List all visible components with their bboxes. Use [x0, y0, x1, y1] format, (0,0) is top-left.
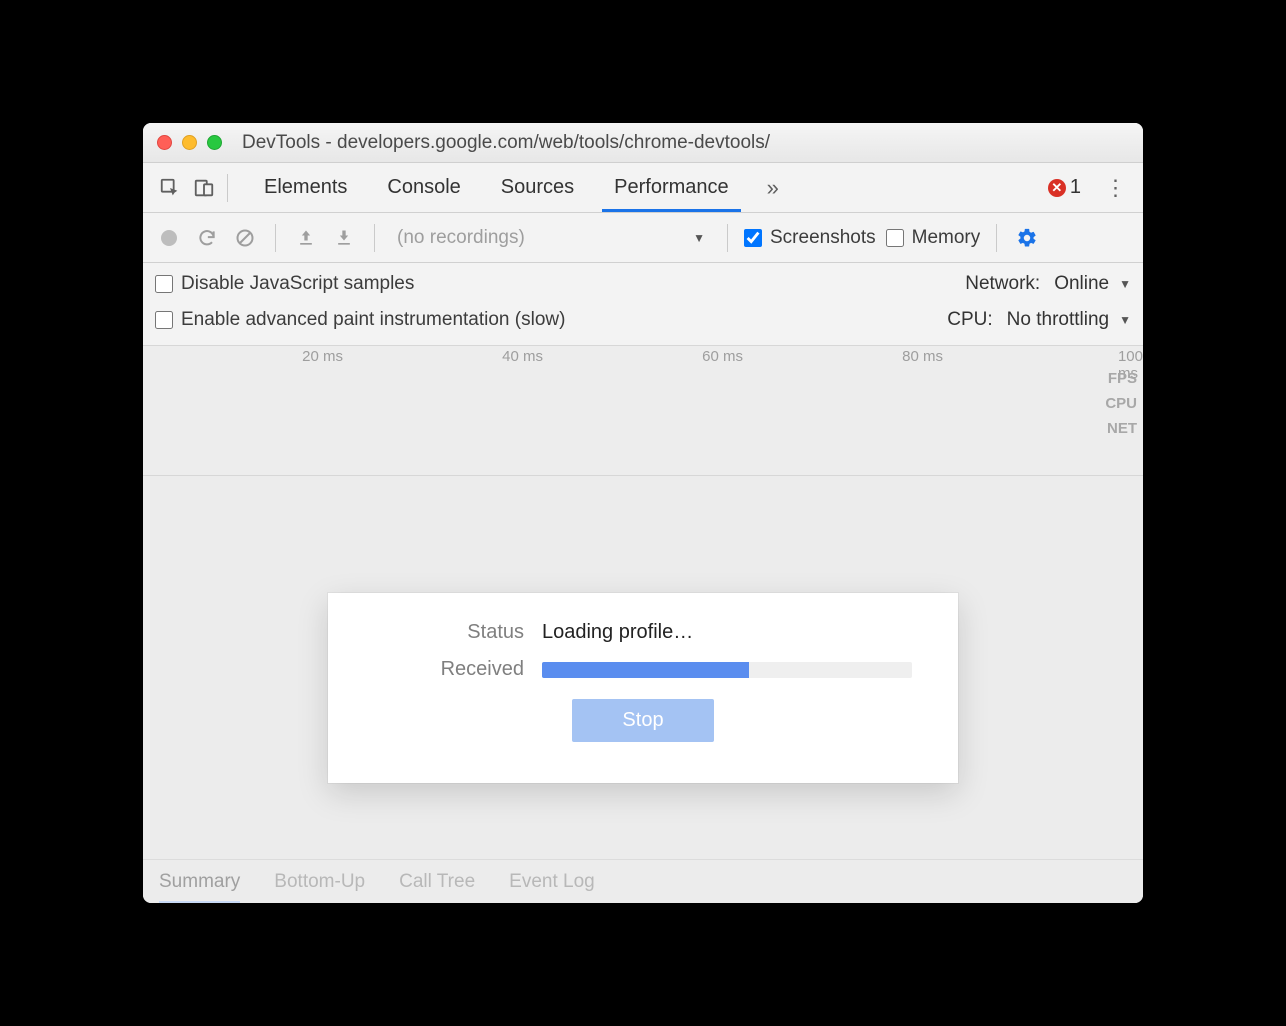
- clear-icon[interactable]: [231, 224, 259, 252]
- dropdown-icon: ▼: [693, 231, 705, 245]
- track-cpu: CPU: [1105, 395, 1137, 412]
- separator: [996, 224, 997, 252]
- download-profile-icon[interactable]: [330, 224, 358, 252]
- cpu-label: CPU:: [947, 309, 992, 331]
- tab-event-log[interactable]: Event Log: [509, 871, 595, 893]
- cpu-value: No throttling: [1007, 309, 1109, 331]
- timeline-overview[interactable]: 20 ms 40 ms 60 ms 80 ms 100 ms FPS CPU N…: [143, 346, 1143, 476]
- screenshots-input[interactable]: [744, 229, 762, 247]
- reload-icon[interactable]: [193, 224, 221, 252]
- close-window-button[interactable]: [157, 135, 172, 150]
- device-toolbar-icon[interactable]: [187, 171, 221, 205]
- dropdown-icon: ▼: [1119, 313, 1131, 327]
- screenshots-label: Screenshots: [770, 227, 876, 249]
- cpu-throttle-select[interactable]: No throttling ▼: [1007, 309, 1131, 331]
- tab-performance[interactable]: Performance: [594, 163, 749, 212]
- network-label: Network:: [965, 273, 1040, 295]
- memory-input[interactable]: [886, 229, 904, 247]
- enable-paint-checkbox[interactable]: Enable advanced paint instrumentation (s…: [155, 309, 947, 331]
- tab-summary[interactable]: Summary: [159, 871, 240, 893]
- enable-paint-input[interactable]: [155, 311, 173, 329]
- tick: 40 ms: [502, 348, 543, 365]
- status-value: Loading profile…: [542, 621, 922, 644]
- disable-js-samples-label: Disable JavaScript samples: [181, 273, 414, 295]
- inspect-element-icon[interactable]: [153, 171, 187, 205]
- panel-tabs: Elements Console Sources Performance: [244, 163, 749, 212]
- tick: 20 ms: [302, 348, 343, 365]
- capture-settings-icon[interactable]: [1013, 224, 1041, 252]
- tab-elements[interactable]: Elements: [244, 163, 367, 212]
- network-throttle-select[interactable]: Online ▼: [1054, 273, 1131, 295]
- memory-label: Memory: [912, 227, 981, 249]
- timeline-ticks: 20 ms 40 ms 60 ms 80 ms 100 ms: [143, 346, 1143, 366]
- received-progress: [542, 662, 912, 678]
- window-title: DevTools - developers.google.com/web/too…: [242, 132, 770, 154]
- track-fps: FPS: [1105, 370, 1137, 387]
- error-badge[interactable]: ✕ 1: [1048, 176, 1081, 199]
- main-toolbar: Elements Console Sources Performance » ✕…: [143, 163, 1143, 213]
- network-value: Online: [1054, 273, 1109, 295]
- error-icon: ✕: [1048, 179, 1066, 197]
- memory-checkbox[interactable]: Memory: [886, 227, 981, 249]
- titlebar: DevTools - developers.google.com/web/too…: [143, 123, 1143, 163]
- more-tabs-icon[interactable]: »: [767, 175, 779, 201]
- upload-profile-icon[interactable]: [292, 224, 320, 252]
- traffic-lights: [157, 135, 222, 150]
- progress-bar: [542, 662, 749, 678]
- disable-js-samples-checkbox[interactable]: Disable JavaScript samples: [155, 273, 965, 295]
- disable-js-samples-input[interactable]: [155, 275, 173, 293]
- tab-bottom-up[interactable]: Bottom-Up: [274, 871, 365, 893]
- status-label: Status: [364, 621, 524, 644]
- tick: 60 ms: [702, 348, 743, 365]
- screenshots-checkbox[interactable]: Screenshots: [744, 227, 876, 249]
- recordings-placeholder: (no recordings): [397, 227, 525, 249]
- tick: 80 ms: [902, 348, 943, 365]
- zoom-window-button[interactable]: [207, 135, 222, 150]
- recordings-selector[interactable]: (no recordings) ▼: [391, 227, 711, 249]
- tab-sources[interactable]: Sources: [481, 163, 594, 212]
- received-label: Received: [364, 658, 524, 681]
- separator: [727, 224, 728, 252]
- capture-settings-panel: Disable JavaScript samples Network: Onli…: [143, 263, 1143, 346]
- separator: [227, 174, 228, 202]
- dropdown-icon: ▼: [1119, 277, 1131, 291]
- error-count: 1: [1070, 176, 1081, 199]
- separator: [275, 224, 276, 252]
- main-menu-icon[interactable]: ⋮: [1099, 171, 1133, 205]
- separator: [374, 224, 375, 252]
- record-icon[interactable]: [155, 224, 183, 252]
- tab-console[interactable]: Console: [367, 163, 480, 212]
- loading-dialog: Status Loading profile… Received Stop: [328, 593, 958, 783]
- details-tabs: Summary Bottom-Up Call Tree Event Log: [143, 859, 1143, 903]
- enable-paint-label: Enable advanced paint instrumentation (s…: [181, 309, 565, 331]
- devtools-window: DevTools - developers.google.com/web/too…: [143, 123, 1143, 903]
- tab-call-tree[interactable]: Call Tree: [399, 871, 475, 893]
- stop-button[interactable]: Stop: [572, 699, 713, 742]
- performance-controls: (no recordings) ▼ Screenshots Memory: [143, 213, 1143, 263]
- minimize-window-button[interactable]: [182, 135, 197, 150]
- track-labels: FPS CPU NET: [1105, 370, 1137, 437]
- track-net: NET: [1105, 420, 1137, 437]
